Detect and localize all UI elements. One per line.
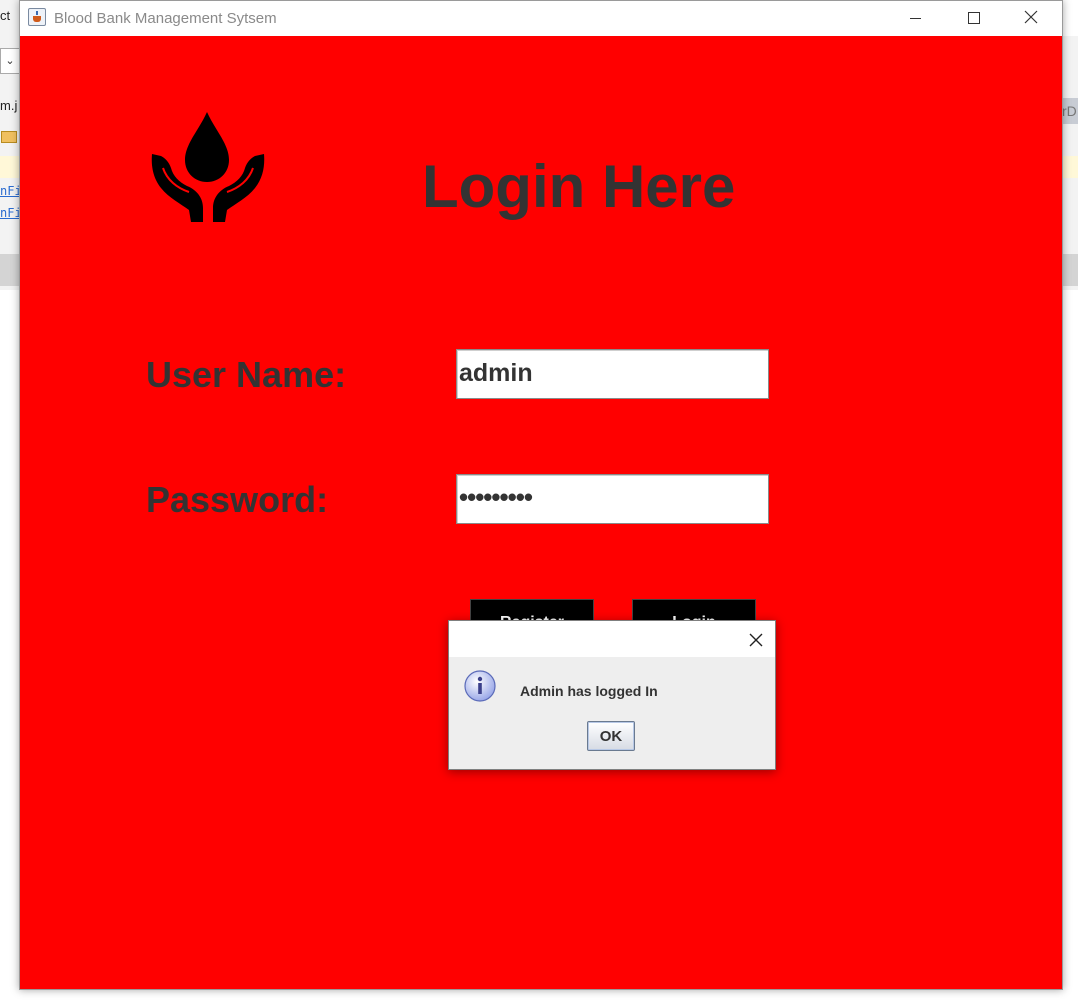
username-field[interactable]: admin [456,349,769,399]
dialog-title-bar[interactable] [449,621,775,657]
close-icon[interactable] [746,630,766,650]
username-label: User Name: [146,354,347,395]
login-panel: Login Here User Name: admin Password: ••… [20,36,1062,989]
close-icon [1024,10,1038,24]
password-label: Password: [146,479,329,520]
ide-right-strip: rD [1062,36,1078,290]
message-dialog: Admin has logged In OK [448,620,776,770]
ide-highlight-bar [0,156,20,178]
ide-toolbar-fragment [1062,254,1078,286]
password-field[interactable]: ••••••••• [456,474,769,524]
minimize-button[interactable] [892,1,938,36]
blood-drop-hands-icon [151,112,265,222]
window-title: Blood Bank Management Sytsem [54,10,277,27]
ide-toolbar-fragment [0,254,20,286]
maximize-button[interactable] [950,1,996,36]
minimize-icon [910,18,921,19]
ide-tab-fragment[interactable]: rD [1062,98,1078,124]
java-app-icon [28,8,46,26]
maximize-icon [968,12,980,24]
page-title: Login Here [422,153,736,220]
folder-icon [1,131,17,143]
title-bar[interactable]: Blood Bank Management Sytsem [20,1,1062,36]
app-window: Blood Bank Management Sytsem Login Here … [19,0,1063,990]
close-button[interactable] [1008,1,1054,36]
chevron-down-icon[interactable]: ⌄ [0,48,20,74]
ide-text-fragment: ct [0,8,11,23]
ide-tab-fragment[interactable]: m.j [0,98,17,113]
ide-left-strip: ct ⌄ m.j nFi nFi [0,0,22,290]
dialog-message: Admin has logged In [520,683,658,699]
information-icon [464,670,496,702]
ide-highlight-bar [1062,156,1078,178]
ok-button[interactable]: OK [587,721,635,751]
password-mask: ••••••••• [459,482,533,512]
